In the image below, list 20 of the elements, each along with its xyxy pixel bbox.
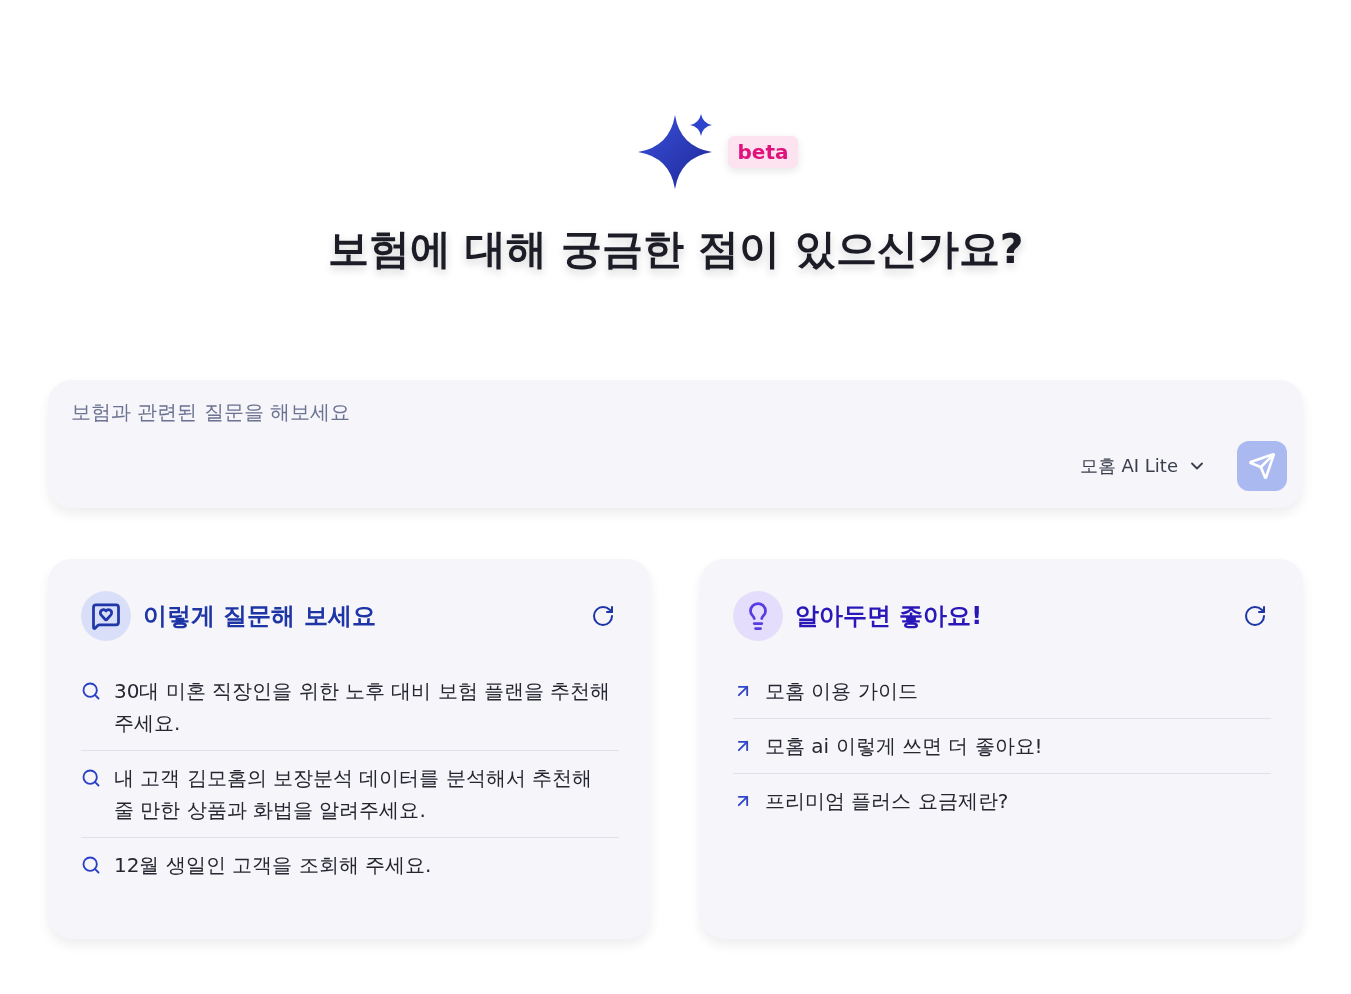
search-icon: [81, 855, 101, 875]
search-icon: [81, 768, 101, 788]
guide-link[interactable]: 모홈 이용 가이드: [733, 664, 1271, 719]
question-suggestion[interactable]: 내 고객 김모홈의 보장분석 데이터를 분석해서 추천해 줄 만한 상품과 화법을 알려주세요.: [81, 751, 619, 838]
question-suggestion[interactable]: 30대 미혼 직장인을 위한 노후 대비 보험 플랜을 추천해 주세요.: [81, 664, 619, 751]
refresh-icon[interactable]: [591, 604, 615, 628]
send-icon: [1248, 452, 1276, 480]
lightbulb-icon: [733, 591, 783, 641]
question-input[interactable]: 보험과 관련된 질문을 해보세요: [71, 396, 1287, 428]
page-title: 보험에 대해 궁금한 점이 있으신가요?: [327, 224, 1024, 274]
guide-link[interactable]: 프리미엄 플러스 요금제란?: [733, 774, 1271, 828]
model-selector[interactable]: 모홈 AI Lite: [1079, 454, 1207, 478]
heart-chat-icon: [81, 591, 131, 641]
guide-link[interactable]: 모홈 ai 이렇게 쓰면 더 좋아요!: [733, 719, 1271, 774]
card-title: 알아두면 좋아요!: [795, 601, 983, 632]
search-icon: [81, 681, 101, 701]
beta-badge: beta: [727, 136, 799, 168]
refresh-icon[interactable]: [1243, 604, 1267, 628]
card-title: 이렇게 질문해 보세요: [143, 601, 376, 632]
question-suggestion[interactable]: 12월 생일인 고객을 조회해 주세요.: [81, 838, 619, 892]
